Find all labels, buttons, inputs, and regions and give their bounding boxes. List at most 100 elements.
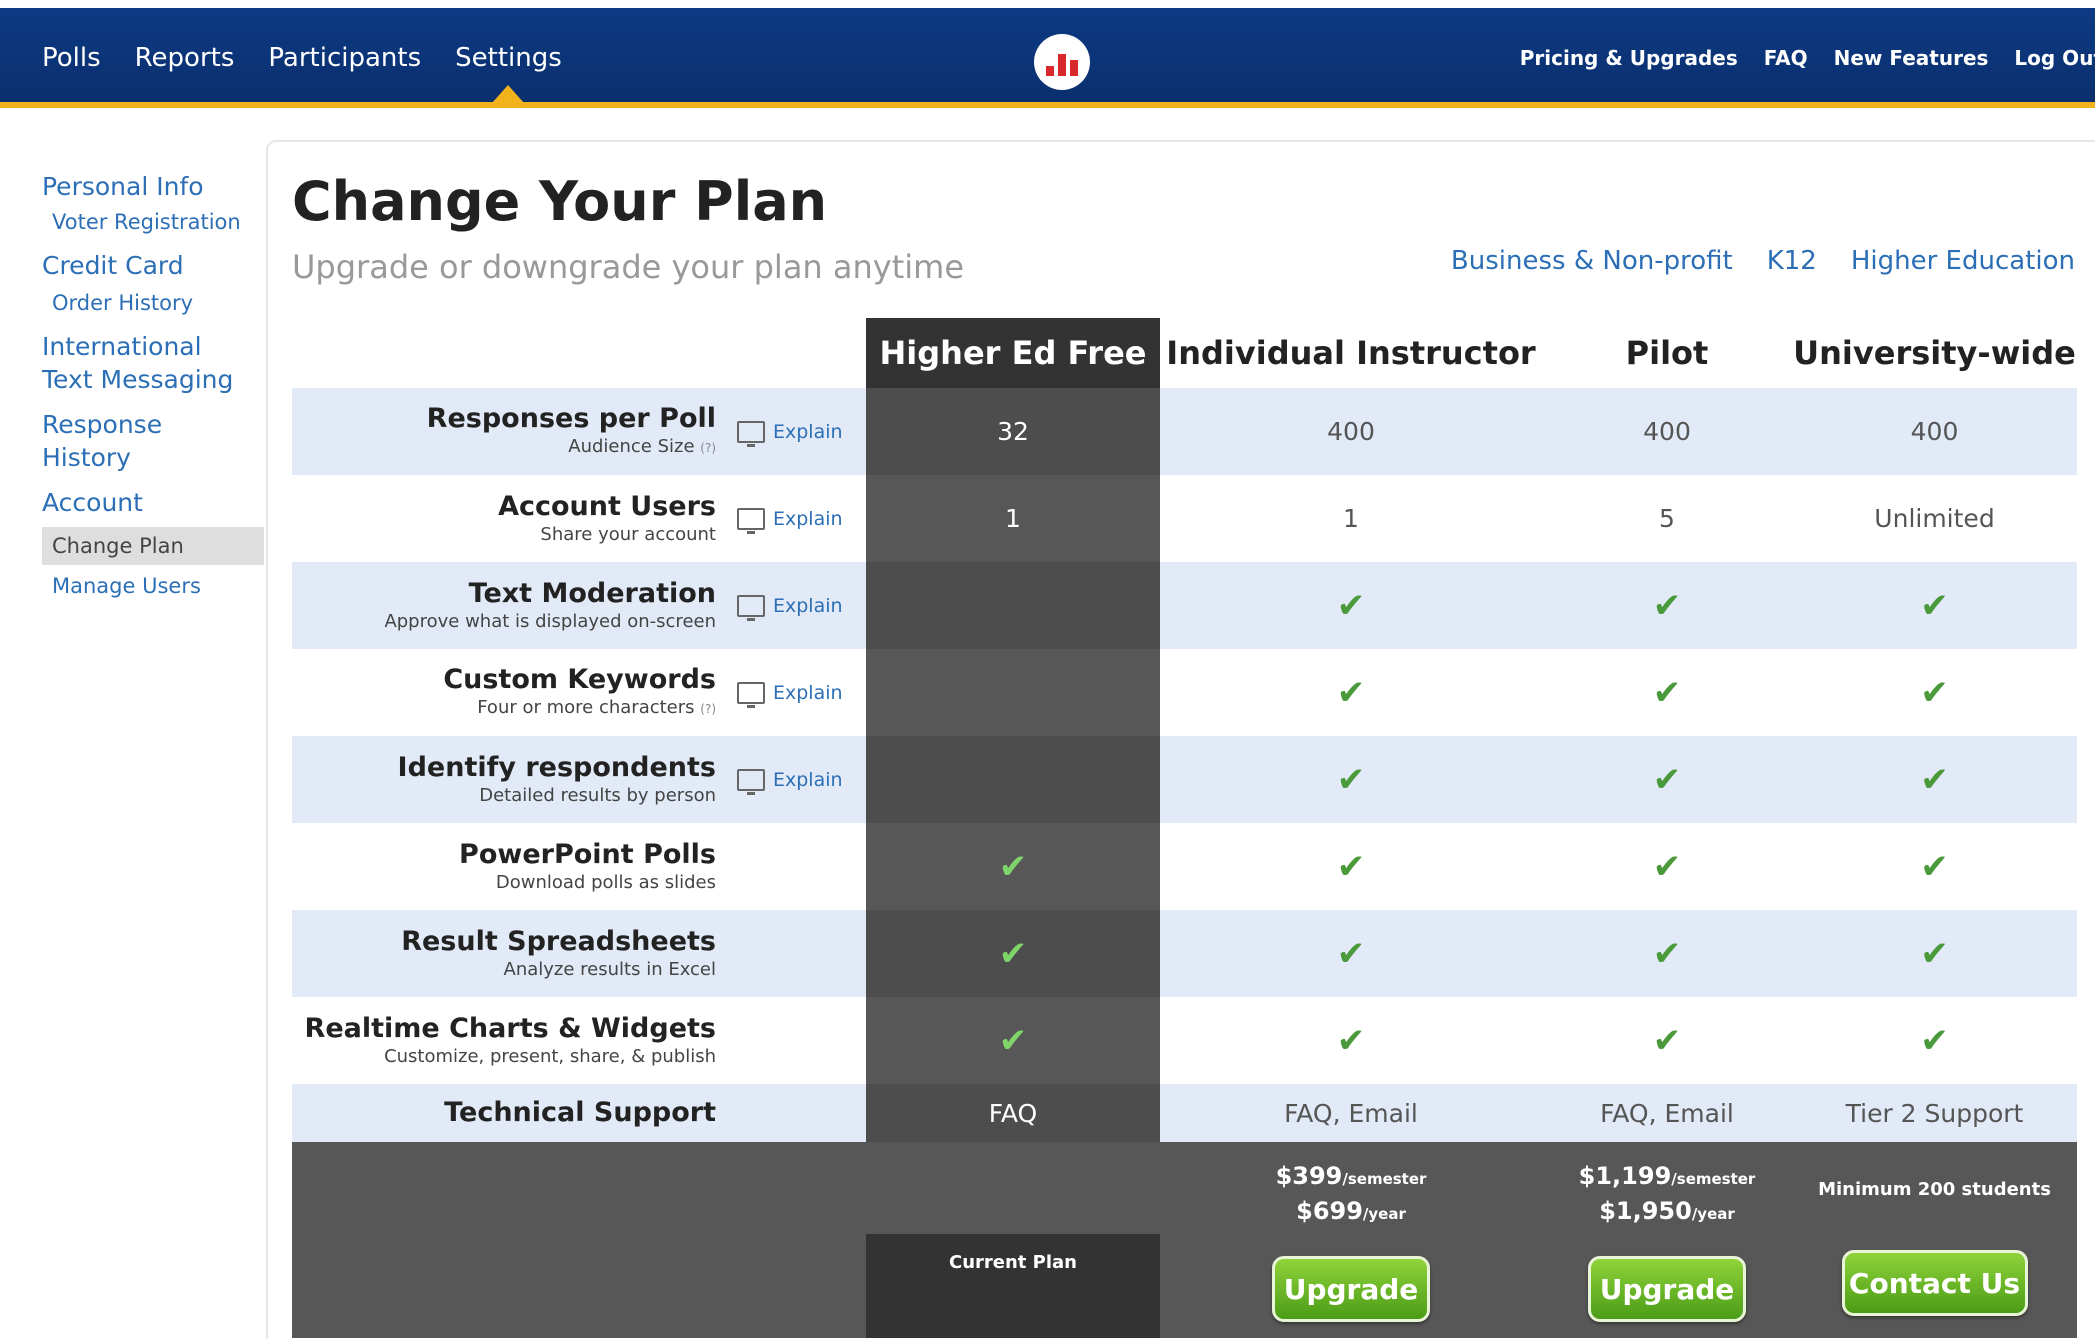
sidebar-item-credit-card[interactable]: Credit Card	[42, 249, 262, 282]
pilot-price-cell: $1,199/semester $1,950/year Upgrade	[1542, 1142, 1792, 1338]
feature-label-cell: PowerPoint Polls Download polls as slide…	[292, 823, 866, 910]
check-icon: ✔	[1336, 1020, 1366, 1061]
feature-name: Identify respondents	[397, 751, 716, 783]
secondary-nav: Pricing & Upgrades FAQ New Features Log …	[1520, 8, 2095, 108]
help-icon[interactable]: (?)	[700, 441, 716, 455]
semester-price: $1,199	[1578, 1162, 1672, 1190]
sidebar-item-manage-users[interactable]: Manage Users	[42, 571, 262, 601]
help-icon[interactable]: (?)	[700, 702, 716, 716]
check-icon: ✔	[998, 933, 1028, 974]
feature-name: Text Moderation	[468, 577, 716, 609]
check-icon: ✔	[1920, 933, 1949, 974]
sidebar-item-order-history[interactable]: Order History	[42, 288, 262, 318]
sidebar-item-change-plan[interactable]: Change Plan	[42, 527, 264, 565]
brand-logo-icon[interactable]	[1034, 34, 1090, 90]
explain-link[interactable]: Explain	[737, 736, 843, 823]
check-icon: ✔	[1652, 1020, 1682, 1061]
feature-description: Audience Size	[568, 436, 695, 457]
page-subtitle: Upgrade or downgrade your plan anytime	[292, 248, 964, 286]
plan-value-cell: FAQ, Email	[1284, 1098, 1418, 1128]
feature-label-cell: Result Spreadsheets Analyze results in E…	[292, 910, 866, 997]
check-icon: ✔	[1652, 672, 1682, 713]
plan-value-cell	[866, 736, 1160, 823]
check-icon: ✔	[1336, 846, 1366, 887]
nav-new-features[interactable]: New Features	[1834, 46, 1989, 70]
explain-label: Explain	[773, 768, 843, 791]
nav-polls[interactable]: Polls	[42, 43, 101, 73]
monitor-icon	[737, 420, 765, 447]
audience-segment-links: Business & Non-profit K12 Higher Educati…	[1451, 246, 2075, 276]
explain-link[interactable]: Explain	[737, 562, 843, 649]
sidebar-item-response-history[interactable]: Response History	[42, 408, 262, 474]
table-row: PowerPoint Polls Download polls as slide…	[292, 823, 2077, 910]
segment-k12[interactable]: K12	[1767, 246, 1817, 276]
plan-value-cell: FAQ, Email	[1600, 1098, 1734, 1128]
check-icon: ✔	[1920, 585, 1949, 626]
check-icon: ✔	[1336, 933, 1366, 974]
sidebar-item-personal-info[interactable]: Personal Info	[42, 170, 262, 203]
sidebar-item-international-messaging[interactable]: International Text Messaging	[42, 330, 262, 396]
current-plan-label: Current Plan	[949, 1252, 1077, 1273]
check-icon: ✔	[1920, 1020, 1949, 1061]
plan-name-pilot: Pilot	[1625, 334, 1709, 372]
plan-name-higher-ed-free: Higher Ed Free	[866, 318, 1160, 388]
table-row: Text Moderation Approve what is displaye…	[292, 562, 2077, 649]
sidebar-label-line: History	[42, 443, 131, 472]
sidebar-item-account[interactable]: Account	[42, 486, 262, 519]
header-spacer	[292, 318, 866, 388]
explain-label: Explain	[773, 594, 843, 617]
feature-label-cell: Technical Support	[292, 1084, 866, 1142]
table-row: Account Users Share your account Explain…	[292, 475, 2077, 562]
upgrade-instructor-button[interactable]: Upgrade	[1272, 1256, 1430, 1322]
nav-log-out[interactable]: Log Out	[2014, 46, 2095, 70]
table-row: Result Spreadsheets Analyze results in E…	[292, 910, 2077, 997]
feature-name: Result Spreadsheets	[401, 925, 716, 957]
contact-us-button[interactable]: Contact Us	[1841, 1250, 2028, 1316]
sidebar-item-voter-registration[interactable]: Voter Registration	[42, 207, 262, 237]
year-price: $699	[1296, 1197, 1363, 1225]
nav-pricing-upgrades[interactable]: Pricing & Upgrades	[1520, 46, 1738, 70]
feature-description: Customize, present, share, & publish	[384, 1045, 716, 1067]
feature-name: Realtime Charts & Widgets	[304, 1012, 716, 1044]
nav-reports[interactable]: Reports	[135, 43, 235, 73]
feature-description: Share your account	[540, 523, 716, 545]
check-icon: ✔	[1336, 759, 1366, 800]
instructor-price-cell: $399/semester $699/year Upgrade	[1160, 1142, 1542, 1338]
page-title: Change Your Plan	[292, 170, 828, 233]
plan-value-cell: 5	[1659, 504, 1675, 533]
feature-description: Four or more characters	[477, 697, 695, 718]
plan-value-cell	[866, 649, 1160, 736]
top-navbar: Polls Reports Participants Settings Pric…	[0, 8, 2095, 108]
plan-name-individual-instructor: Individual Instructor	[1166, 334, 1536, 372]
nav-faq[interactable]: FAQ	[1764, 46, 1808, 70]
per-semester-unit: /semester	[1342, 1170, 1427, 1188]
plan-value-cell: 400	[1327, 417, 1375, 446]
monitor-icon	[737, 507, 765, 534]
per-year-unit: /year	[1362, 1205, 1406, 1223]
year-price: $1,950	[1599, 1197, 1692, 1225]
plan-value-cell: Unlimited	[1874, 504, 1995, 533]
explain-link[interactable]: Explain	[737, 649, 843, 736]
check-icon: ✔	[1920, 672, 1949, 713]
explain-label: Explain	[773, 420, 843, 443]
upgrade-pilot-button[interactable]: Upgrade	[1588, 1256, 1746, 1322]
plan-value-cell: 1	[866, 475, 1160, 562]
pricing-row: Current Plan $399/semester $699/year Upg…	[292, 1142, 2077, 1338]
check-icon: ✔	[1652, 846, 1682, 887]
explain-link[interactable]: Explain	[737, 475, 843, 562]
nav-participants[interactable]: Participants	[268, 43, 421, 73]
check-icon: ✔	[1652, 585, 1682, 626]
segment-business-nonprofit[interactable]: Business & Non-profit	[1451, 246, 1733, 276]
explain-link[interactable]: Explain	[737, 388, 843, 475]
feature-description: Analyze results in Excel	[503, 958, 716, 980]
plan-value-cell: 400	[1910, 417, 1959, 446]
plan-value-cell	[866, 562, 1160, 649]
feature-description: Detailed results by person	[479, 784, 716, 806]
per-semester-unit: /semester	[1671, 1170, 1756, 1188]
segment-higher-education[interactable]: Higher Education	[1851, 246, 2075, 276]
table-row: Responses per Poll Audience Size (?) Exp…	[292, 388, 2077, 475]
nav-settings[interactable]: Settings	[455, 43, 562, 103]
feature-description: Approve what is displayed on-screen	[384, 610, 716, 632]
plan-value-cell: FAQ	[866, 1084, 1160, 1142]
check-icon: ✔	[1920, 846, 1949, 887]
